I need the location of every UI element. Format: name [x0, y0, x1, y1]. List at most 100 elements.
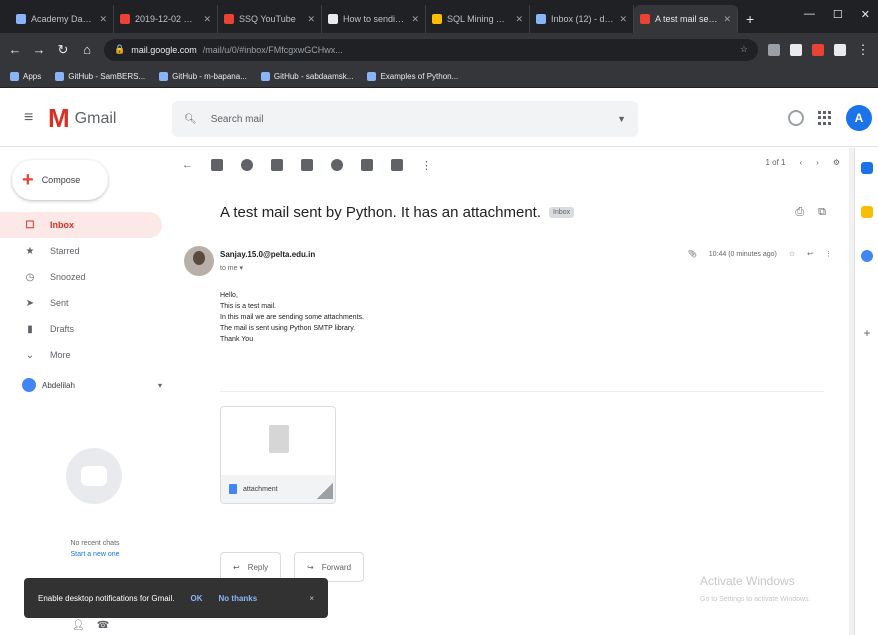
tab-close-icon[interactable]: ✕ [619, 14, 627, 25]
sidebar-item-starred[interactable]: ★ Starred [0, 238, 162, 264]
forward-label: Forward [321, 562, 352, 572]
home-icon[interactable]: ⌂ [80, 42, 94, 57]
tab-label: Inbox (12) - daws... [551, 14, 615, 24]
tab-label: 2019-12-02 Pr... [135, 14, 199, 24]
address-bar[interactable]: 🔒 mail.google.com /mail/u/0/#inbox/FMfcg… [104, 38, 758, 61]
newer-icon[interactable]: ‹ [799, 158, 802, 167]
account-avatar[interactable]: A [846, 105, 872, 131]
bookmark-item[interactable]: GitHub - m-bapana... [159, 72, 247, 81]
new-window-icon[interactable]: ⧉ [818, 206, 826, 219]
search-options-icon[interactable]: ▼ [617, 114, 626, 124]
header-actions: A [788, 105, 872, 131]
chevron-down-icon[interactable]: ▾ [158, 381, 162, 390]
tab-favicon-icon [328, 14, 338, 24]
reply-icon[interactable]: ↩ [807, 250, 813, 258]
main-menu-icon[interactable]: ≡ [24, 109, 33, 127]
tab-close-icon[interactable]: ✕ [203, 14, 211, 25]
bookmark-item[interactable]: GitHub - SamBERS... [55, 72, 145, 81]
browser-tab[interactable]: 2019-12-02 Pr... ✕ [114, 5, 218, 33]
snackbar-no-thanks-button[interactable]: No thanks [219, 594, 258, 603]
tasks-icon[interactable] [861, 250, 873, 262]
print-icon[interactable]: ⎙ [795, 206, 804, 219]
browser-tab[interactable]: Academy Dash... ✕ [10, 5, 114, 33]
archive-icon[interactable] [211, 159, 223, 171]
tab-favicon-icon [16, 14, 26, 24]
search-placeholder: Search mail [210, 113, 264, 125]
settings-gear-icon[interactable]: ⚙ [833, 158, 840, 167]
person-icon[interactable]: 👤︎ [72, 620, 85, 631]
reload-icon[interactable]: ↻ [56, 42, 70, 58]
tab-label: How to sending e... [343, 14, 406, 24]
extension-icon[interactable] [790, 43, 802, 56]
minimize-button[interactable]: — [804, 8, 815, 21]
snackbar-ok-button[interactable]: OK [191, 594, 203, 603]
support-icon[interactable] [788, 110, 804, 126]
back-to-inbox-icon[interactable]: ← [182, 159, 193, 171]
tab-close-icon[interactable]: ✕ [307, 14, 315, 25]
more-options-icon[interactable]: ⋮ [421, 159, 432, 172]
browser-tab[interactable]: How to sending e... ✕ [322, 5, 426, 33]
snooze-icon[interactable] [331, 159, 343, 171]
more-icon[interactable]: ⋮ [825, 250, 832, 258]
hangouts-user[interactable]: Abdelilah ▾ [22, 378, 162, 392]
gmail-logo[interactable]: M Gmail [48, 103, 116, 134]
sidebar-item-more[interactable]: ⌄ More [0, 342, 162, 368]
sidebar-item-drafts[interactable]: ▮ Drafts [0, 316, 162, 342]
forward-icon[interactable]: → [32, 42, 46, 57]
delete-icon[interactable] [271, 159, 283, 171]
sidebar-item-sent[interactable]: ➤ Sent [0, 290, 162, 316]
maximize-button[interactable]: ☐ [833, 8, 843, 21]
bookmark-item[interactable]: Examples of Python... [367, 72, 458, 81]
tab-label: SSQ YouTube [239, 14, 296, 24]
attachment-footer: attachment [221, 475, 335, 503]
star-icon[interactable]: ☆ [789, 250, 795, 258]
search-icon[interactable]: 🔍︎ [184, 114, 197, 125]
label-icon[interactable] [391, 159, 403, 171]
mark-unread-icon[interactable] [301, 159, 313, 171]
browser-menu-icon[interactable]: ⋮ [856, 42, 870, 58]
browser-tab[interactable]: SSQ YouTube ✕ [218, 5, 322, 33]
report-spam-icon[interactable] [241, 159, 253, 171]
sidebar-item-snoozed[interactable]: ◷ Snoozed [0, 264, 162, 290]
new-tab-button[interactable]: + [738, 11, 762, 33]
inbox-icon: ☐ [25, 219, 35, 231]
move-to-icon[interactable] [361, 159, 373, 171]
bookmark-item[interactable]: GitHub - sabdaamsk... [260, 72, 353, 81]
extension-icon[interactable] [768, 43, 780, 56]
bookmark-star-icon[interactable]: ☆ [740, 44, 748, 55]
inbox-label-chip[interactable]: Inbox [549, 207, 575, 218]
sender-email[interactable]: Sanjay.15.0@pelta.edu.in [220, 250, 315, 259]
tab-close-icon[interactable]: ✕ [99, 14, 107, 25]
keep-icon[interactable] [861, 206, 873, 218]
tab-close-icon[interactable]: ✕ [723, 14, 731, 25]
calendar-icon[interactable] [861, 162, 873, 174]
clock-icon: ◷ [25, 271, 35, 283]
subject-actions: ⎙ ⧉ [795, 206, 826, 219]
extension-icon[interactable] [834, 43, 846, 56]
compose-button[interactable]: + Compose [12, 160, 108, 200]
sidebar-item-inbox[interactable]: ☐ Inbox [0, 212, 162, 238]
back-icon[interactable]: ← [8, 42, 22, 57]
recipient-line[interactable]: to me ▾ [220, 264, 243, 272]
extension-icon[interactable] [812, 43, 824, 56]
document-icon [269, 425, 289, 453]
bookmark-item[interactable]: Apps [10, 72, 41, 81]
apps-grid-icon[interactable] [818, 111, 832, 125]
browser-tab[interactable]: SQL Mining Are... ✕ [426, 5, 530, 33]
phone-icon[interactable]: ☎ [97, 620, 109, 631]
older-icon[interactable]: › [816, 158, 819, 167]
compose-label: Compose [41, 175, 81, 185]
browser-tab[interactable]: A test mail sent b... ✕ [634, 5, 738, 33]
browser-tab[interactable]: Inbox (12) - daws... ✕ [530, 5, 634, 33]
body-line: Hello, [220, 292, 238, 299]
message-toolbar: ← ⋮ [172, 148, 842, 182]
close-icon[interactable]: × [309, 594, 314, 603]
search-input[interactable]: 🔍︎ Search mail ▼ [172, 101, 638, 137]
tab-close-icon[interactable]: ✕ [515, 14, 523, 25]
attachment-card[interactable]: attachment [220, 406, 336, 504]
bookmark-icon [159, 72, 169, 81]
close-window-button[interactable]: ✕ [861, 8, 870, 21]
tab-close-icon[interactable]: ✕ [411, 14, 419, 25]
start-chat-link[interactable]: Start a new one [30, 549, 160, 560]
add-addon-icon[interactable]: + [861, 326, 873, 340]
